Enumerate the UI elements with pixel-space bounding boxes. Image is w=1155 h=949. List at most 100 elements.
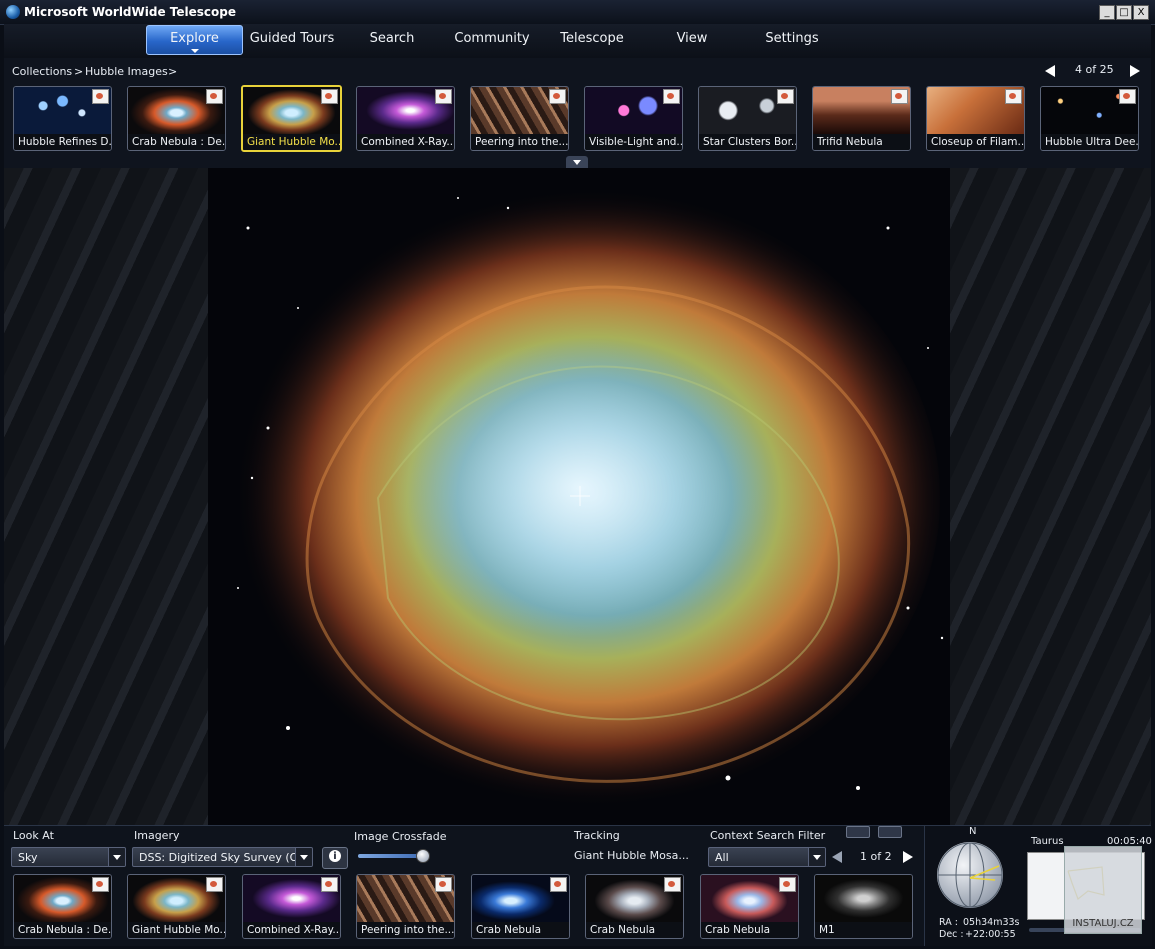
collection-thumbnail[interactable]: Visible-Light and...: [584, 86, 683, 151]
image-badge-icon: [92, 89, 109, 104]
image-badge-icon: [777, 89, 794, 104]
image-badge-icon: [435, 89, 452, 104]
breadcrumb-collections[interactable]: Collections: [12, 65, 72, 78]
next-page-icon[interactable]: [1130, 65, 1140, 77]
image-badge-icon: [1005, 89, 1022, 104]
sky-viewer[interactable]: [4, 168, 1151, 825]
crossfade-slider-thumb[interactable]: [416, 849, 430, 863]
image-badge-icon: [1119, 89, 1136, 104]
image-badge-icon: [550, 877, 567, 892]
tracking-label: Tracking: [574, 829, 620, 842]
menu-community[interactable]: Community: [442, 24, 542, 56]
sky-background-right: [950, 168, 1151, 825]
thumbnail-caption: Giant Hubble Mo...: [128, 922, 225, 938]
context-filter-label: Context Search Filter: [710, 829, 826, 842]
menu-guided-tours[interactable]: Guided Tours: [242, 24, 342, 56]
menu-telescope[interactable]: Telescope: [542, 24, 642, 56]
thumbnail-caption: Star Clusters Bor...: [699, 134, 796, 150]
context-thumbnail[interactable]: Crab Nebula: [700, 874, 799, 939]
breadcrumb-separator: >: [168, 65, 178, 78]
collection-thumbnail[interactable]: Peering into the...: [470, 86, 569, 151]
chevron-down-icon: [295, 848, 312, 866]
image-badge-icon: [206, 89, 223, 104]
collection-thumbnail[interactable]: Trifid Nebula: [812, 86, 911, 151]
breadcrumb-hubble-images[interactable]: Hubble Images: [85, 65, 168, 78]
thumbnail-caption: Hubble Ultra Dee...: [1041, 134, 1138, 150]
sky-globe-icon[interactable]: [937, 842, 1003, 908]
context-filter-dropdown[interactable]: All: [708, 847, 826, 867]
thumbnail-caption: M1: [815, 922, 912, 938]
imagery-dropdown[interactable]: DSS: Digitized Sky Survey (O...: [132, 847, 313, 867]
menu-settings[interactable]: Settings: [742, 24, 842, 56]
prev-page-icon[interactable]: [1045, 65, 1055, 77]
context-prev-icon[interactable]: [832, 851, 842, 863]
title-bar: Microsoft WorldWide Telescope _ □ X: [0, 0, 1155, 25]
image-badge-icon: [321, 89, 338, 104]
collection-thumbnail[interactable]: Hubble Ultra Dee...: [1040, 86, 1139, 151]
context-thumbnail[interactable]: Crab Nebula: [585, 874, 684, 939]
chevron-down-icon: [808, 848, 825, 866]
breadcrumb-separator: >: [74, 65, 84, 78]
collection-thumbnail[interactable]: Crab Nebula : De...: [127, 86, 226, 151]
menu-search[interactable]: Search: [342, 24, 442, 56]
thumbnail-caption: Crab Nebula: [586, 922, 683, 938]
ra-value: 05h34m33s: [963, 917, 1020, 928]
image-badge-icon: [891, 89, 908, 104]
look-at-label: Look At: [13, 829, 54, 842]
image-badge-icon: [92, 877, 109, 892]
minimize-button[interactable]: _: [1099, 5, 1115, 20]
thumbnail-caption: Crab Nebula: [701, 922, 798, 938]
imagery-value: DSS: Digitized Sky Survey (O...: [139, 851, 309, 864]
context-thumbnail[interactable]: Crab Nebula : De...: [13, 874, 112, 939]
collection-thumbnail[interactable]: Hubble Refines D...: [13, 86, 112, 151]
thumbnail-caption: Peering into the...: [357, 922, 454, 938]
menu-explore-label: Explore: [170, 31, 219, 46]
page-counter: 4 of 25: [1075, 63, 1114, 76]
collection-thumbnail[interactable]: Star Clusters Bor...: [698, 86, 797, 151]
collection-thumbnail-selected[interactable]: Giant Hubble Mo...: [241, 85, 342, 152]
collection-panel: Collections > Hubble Images > 4 of 25 Hu…: [4, 58, 1151, 168]
look-at-value: Sky: [18, 851, 38, 864]
app-logo-icon: [6, 5, 20, 19]
image-badge-icon: [549, 89, 566, 104]
thumbnail-caption: Combined X-Ray...: [243, 922, 340, 938]
thumbnail-caption: Hubble Refines D...: [14, 134, 111, 150]
scroll-down-button[interactable]: [878, 826, 902, 838]
collection-thumbnail[interactable]: Closeup of Filam...: [926, 86, 1025, 151]
dropdown-caret-icon: [190, 49, 199, 53]
thumbnail-caption: Crab Nebula : De...: [14, 922, 111, 938]
ra-label: RA :: [939, 917, 958, 928]
context-thumbnail[interactable]: M1: [814, 874, 913, 939]
thumbnail-caption: Trifid Nebula: [813, 134, 910, 150]
crosshair-icon: [570, 486, 590, 506]
thumbnail-image: [815, 875, 912, 922]
constellation-label: Taurus: [1031, 836, 1064, 847]
image-badge-icon: [206, 877, 223, 892]
crossfade-label: Image Crossfade: [354, 830, 447, 843]
watermark: INSTALUJ.CZ: [1064, 846, 1142, 934]
close-button[interactable]: X: [1133, 5, 1149, 20]
info-button[interactable]: [322, 847, 348, 869]
context-thumbnail[interactable]: Crab Nebula: [471, 874, 570, 939]
image-badge-icon: [779, 877, 796, 892]
context-thumbnail[interactable]: Combined X-Ray...: [242, 874, 341, 939]
sky-background-left: [4, 168, 208, 825]
look-at-dropdown[interactable]: Sky: [11, 847, 126, 867]
collection-thumbnail[interactable]: Combined X-Ray...: [356, 86, 455, 151]
thumbnail-caption: Crab Nebula : De...: [128, 134, 225, 150]
globe-grid: [937, 842, 1003, 908]
menu-explore[interactable]: Explore: [146, 25, 243, 55]
scroll-up-button[interactable]: [846, 826, 870, 838]
context-next-icon[interactable]: [903, 851, 913, 863]
context-thumbnail[interactable]: Peering into the...: [356, 874, 455, 939]
thumbnail-caption: Giant Hubble Mo...: [243, 134, 340, 150]
collapse-panel-button[interactable]: [566, 156, 588, 168]
maximize-button[interactable]: □: [1116, 5, 1132, 20]
context-thumbnail[interactable]: Giant Hubble Mo...: [127, 874, 226, 939]
menu-view[interactable]: View: [642, 24, 742, 56]
image-badge-icon: [663, 89, 680, 104]
dec-label: Dec :: [939, 929, 964, 940]
imagery-label: Imagery: [134, 829, 180, 842]
navigator-panel: N RA : 05h34m33s Dec : +22:00:55 Taurus …: [924, 826, 1152, 946]
control-panel: Look At Sky Imagery DSS: Digitized Sky S…: [4, 825, 1152, 946]
